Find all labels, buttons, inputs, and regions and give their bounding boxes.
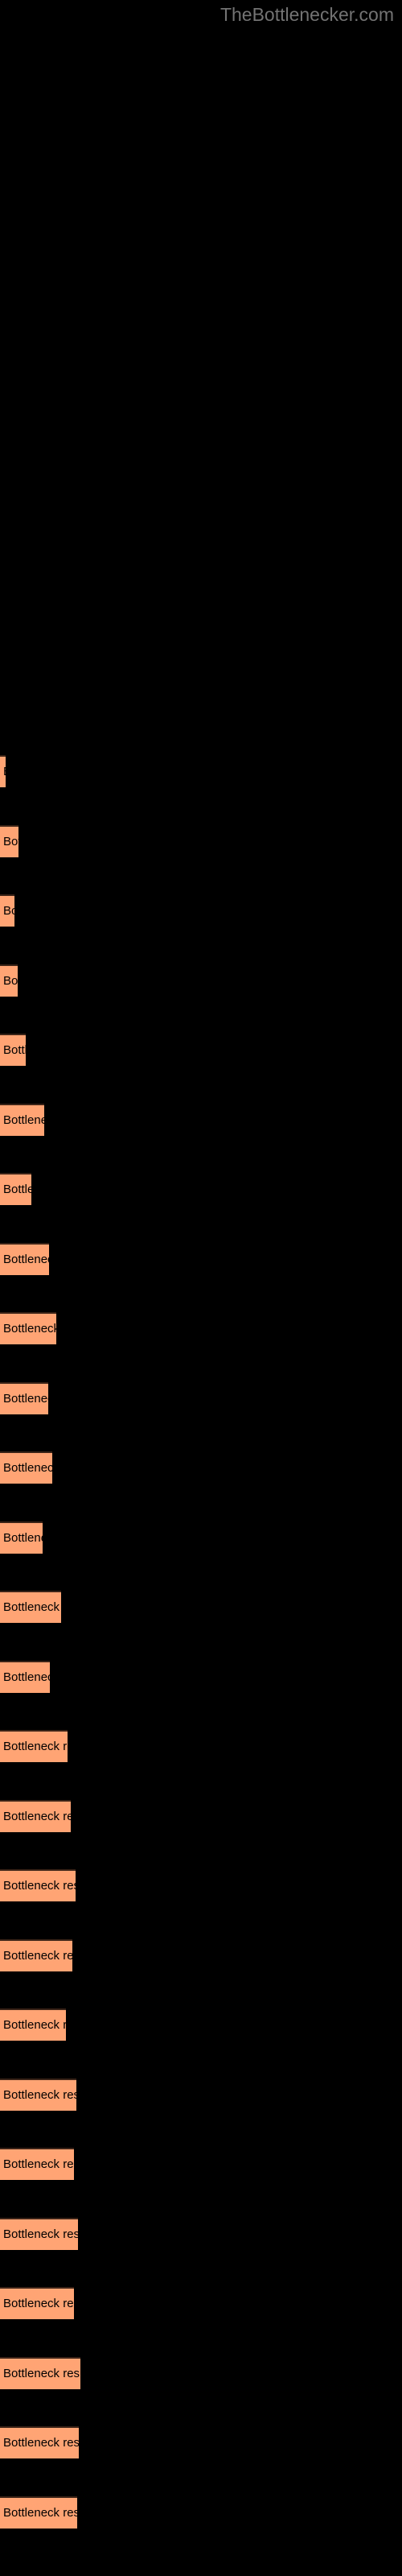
bar[interactable]: Bottleneck result — [0, 1104, 44, 1136]
bar-label: Bottleneck result — [3, 1253, 49, 1266]
bar-label: Bottleneck result — [3, 765, 6, 779]
bar[interactable]: Bottleneck result — [0, 1939, 72, 1971]
bar[interactable]: Bottleneck result — [0, 1173, 31, 1205]
bar[interactable]: Bottleneck result — [0, 2287, 74, 2319]
bar[interactable]: Bottleneck result — [0, 2079, 76, 2111]
bar-label: Bottleneck result — [3, 1461, 52, 1475]
bar[interactable]: Bottleneck result — [0, 1730, 68, 1762]
bar[interactable]: Bottleneck result — [0, 1591, 61, 1623]
bar[interactable]: Bottleneck result — [0, 1451, 52, 1484]
bar[interactable]: Bottleneck result — [0, 1661, 50, 1693]
bar-label: Bottleneck result — [3, 2367, 80, 2380]
bar-label: Bottleneck result — [3, 974, 18, 988]
bar[interactable]: Bottleneck result — [0, 2148, 74, 2180]
bar[interactable]: Bottleneck result — [0, 1312, 56, 1344]
bar-label: Bottleneck result — [3, 904, 14, 918]
bar[interactable]: Bottleneck result — [0, 2496, 77, 2529]
bar-label: Bottleneck result — [3, 2297, 74, 2310]
bar[interactable]: Bottleneck result — [0, 755, 6, 787]
bar-label: Bottleneck result — [3, 835, 18, 848]
bar[interactable]: Bottleneck result — [0, 894, 14, 927]
bar-label: Bottleneck result — [3, 1949, 72, 1963]
bar-label: Bottleneck result — [3, 1322, 56, 1335]
bar-label: Bottleneck result — [3, 1879, 76, 1893]
bar-label: Bottleneck result — [3, 1043, 26, 1057]
bar-label: Bottleneck result — [3, 2088, 76, 2102]
bar[interactable]: Bottleneck result — [0, 1800, 71, 1832]
bar[interactable]: Bottleneck result — [0, 1243, 49, 1275]
bottleneck-bar-chart: Bottleneck result Bottleneck result Bottle… — [0, 0, 402, 2576]
bar[interactable]: Bottleneck result — [0, 2008, 66, 2041]
bar-label: Bottleneck result — [3, 1183, 31, 1196]
bar[interactable]: Bottleneck result — [0, 1869, 76, 1901]
bar-label: Bottleneck result — [3, 2227, 78, 2241]
bar-label: Bottleneck result — [3, 1392, 48, 1406]
bar-label: Bottleneck result — [3, 1113, 44, 1127]
bar[interactable]: Bottleneck result — [0, 825, 18, 857]
bar[interactable]: Bottleneck result — [0, 964, 18, 997]
bar-label: Bottleneck result — [3, 2506, 77, 2520]
bar[interactable]: Bottleneck result — [0, 2426, 79, 2458]
bar[interactable]: Bottleneck result — [0, 1382, 48, 1414]
bar[interactable]: Bottleneck result — [0, 1521, 43, 1554]
bar-label: Bottleneck result — [3, 2018, 66, 2032]
bar-label: Bottleneck result — [3, 1670, 50, 1684]
bar-label: Bottleneck result — [3, 2157, 74, 2171]
bar-label: Bottleneck result — [3, 1740, 68, 1753]
bar-label: Bottleneck result — [3, 1531, 43, 1545]
bar-label: Bottleneck result — [3, 2436, 79, 2450]
bar-label: Bottleneck result — [3, 1600, 61, 1614]
bar[interactable]: Bottleneck result — [0, 1034, 26, 1066]
bar[interactable]: Bottleneck result — [0, 2357, 80, 2389]
bar-label: Bottleneck result — [3, 1810, 71, 1823]
bar[interactable]: Bottleneck result — [0, 2218, 78, 2250]
